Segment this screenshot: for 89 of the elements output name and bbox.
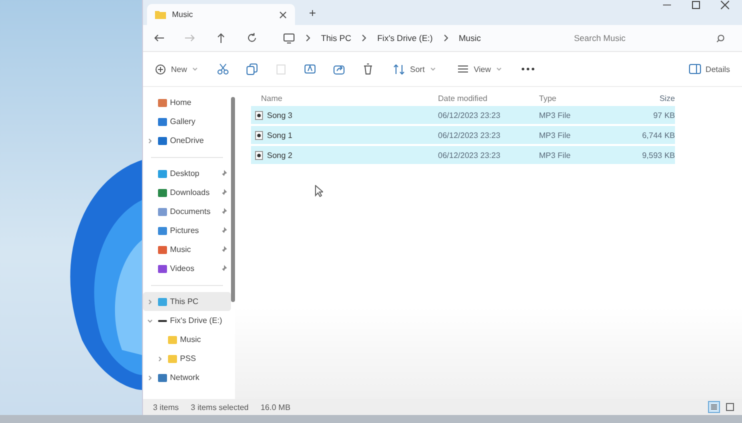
- back-arrow-icon[interactable]: [153, 33, 165, 43]
- column-header[interactable]: Date modified: [438, 94, 539, 103]
- caret-icon: [496, 67, 502, 71]
- breadcrumb-item[interactable]: Music: [458, 33, 481, 43]
- column-header[interactable]: Type: [539, 94, 609, 103]
- table-cell-text: 06/12/2023 23:23: [438, 130, 502, 140]
- new-tab-button[interactable]: +: [309, 6, 316, 20]
- audio-file-icon: [255, 110, 263, 120]
- up-arrow-icon[interactable]: [215, 33, 227, 43]
- file-row[interactable]: Song 3 06/12/2023 23:23 MP3 File 97 KB: [251, 106, 675, 124]
- mouse-cursor-icon: [315, 185, 323, 197]
- chevron-icon[interactable]: [147, 318, 153, 324]
- breadcrumb-item[interactable]: Fix's Drive (E:): [377, 33, 433, 43]
- table-cell-text: MP3 File: [539, 110, 572, 120]
- pin-icon[interactable]: [220, 208, 227, 215]
- sidebar-item[interactable]: Downloads: [143, 183, 231, 202]
- audio-file-icon: [255, 150, 263, 160]
- trash-icon[interactable]: [362, 63, 374, 75]
- pin-icon[interactable]: [220, 246, 227, 253]
- table-cell-text: 06/12/2023 23:23: [438, 110, 502, 120]
- details-view-icon[interactable]: [708, 401, 720, 413]
- column-header[interactable]: Size: [609, 94, 675, 103]
- pin-icon[interactable]: [220, 189, 227, 196]
- table-cell-text: 6,744 KB: [641, 130, 675, 140]
- file-row[interactable]: Song 1 06/12/2023 23:23 MP3 File 6,744 KB: [251, 126, 675, 144]
- scissors-icon[interactable]: [217, 63, 230, 75]
- plus-circle-icon: [155, 64, 166, 74]
- sidebar-item[interactable]: Home: [143, 93, 231, 112]
- table-cell-text: 9,593 KB: [641, 150, 675, 160]
- audio-file-icon: [255, 130, 263, 140]
- sidebar-item[interactable]: Music: [143, 330, 231, 349]
- status-text: 16.0 MB: [260, 402, 290, 412]
- sidebar-item[interactable]: PSS: [143, 349, 231, 368]
- scrollbar-thumb[interactable]: [231, 97, 235, 302]
- window-tab[interactable]: Music: [147, 4, 295, 25]
- sidebar-item[interactable]: Gallery: [143, 112, 231, 131]
- copy-icon[interactable]: [246, 63, 258, 75]
- chevron-right-icon: [442, 34, 449, 42]
- table-cell-text: 06/12/2023 23:23: [438, 150, 502, 160]
- sidebar-item[interactable]: This PC: [143, 292, 231, 311]
- table-cell-text: 97 KB: [652, 110, 675, 120]
- refresh-icon[interactable]: [246, 33, 258, 43]
- search-field[interactable]: Search Music: [572, 32, 716, 44]
- sidebar-item[interactable]: Desktop: [143, 164, 231, 183]
- column-header[interactable]: Name: [251, 94, 438, 103]
- status-text: 3 items selected: [190, 402, 249, 412]
- tiles-view-icon[interactable]: [724, 401, 736, 413]
- file-row[interactable]: Song 2 06/12/2023 23:23 MP3 File 9,593 KB: [251, 146, 675, 164]
- maximize-icon[interactable]: [691, 0, 701, 10]
- sidebar-item[interactable]: Videos: [143, 259, 231, 278]
- pin-icon[interactable]: [220, 265, 227, 272]
- sidebar-item[interactable]: Fix's Drive (E:): [143, 311, 231, 330]
- status-text: 3 items: [153, 402, 179, 412]
- sort-button[interactable]: Sort: [391, 62, 438, 76]
- file-name: Song 3: [267, 110, 292, 120]
- sidebar-item[interactable]: Network: [143, 368, 231, 387]
- tab-title: Music: [172, 10, 194, 19]
- sidebar-item[interactable]: Music: [143, 240, 231, 259]
- file-name: Song 1: [267, 130, 292, 140]
- file-name: Song 2: [267, 150, 292, 160]
- pin-icon[interactable]: [220, 227, 227, 234]
- sort-arrows-icon: [393, 64, 406, 74]
- chevron-icon[interactable]: [147, 374, 153, 380]
- table-cell-text: MP3 File: [539, 150, 572, 160]
- details-pane-icon: [688, 64, 701, 74]
- close-icon[interactable]: [279, 10, 287, 18]
- search-icon[interactable]: [716, 34, 725, 42]
- close-icon[interactable]: [720, 0, 730, 10]
- breadcrumb-item[interactable]: This PC: [321, 33, 352, 43]
- details-pane-button[interactable]: Details: [686, 62, 732, 76]
- list-icon: [456, 64, 469, 74]
- pin-icon[interactable]: [220, 170, 227, 177]
- sidebar-item[interactable]: OneDrive: [143, 131, 231, 150]
- share-icon[interactable]: [333, 63, 346, 75]
- caret-icon: [430, 67, 436, 71]
- more-options-icon[interactable]: [520, 67, 535, 71]
- sidebar-item[interactable]: Pictures: [143, 221, 231, 240]
- monitor-icon[interactable]: [283, 32, 295, 44]
- rename-icon[interactable]: [304, 63, 316, 75]
- chevron-right-icon: [361, 34, 368, 42]
- table-cell-text: MP3 File: [539, 130, 572, 140]
- view-button[interactable]: View: [454, 62, 504, 76]
- new-button[interactable]: New: [153, 62, 200, 76]
- chevron-right-icon: [305, 34, 311, 42]
- sidebar-item[interactable]: Documents: [143, 202, 231, 221]
- chevron-icon[interactable]: [147, 298, 153, 304]
- chevron-icon[interactable]: [147, 138, 153, 144]
- chevron-icon[interactable]: [157, 356, 163, 362]
- caret-icon: [192, 67, 198, 71]
